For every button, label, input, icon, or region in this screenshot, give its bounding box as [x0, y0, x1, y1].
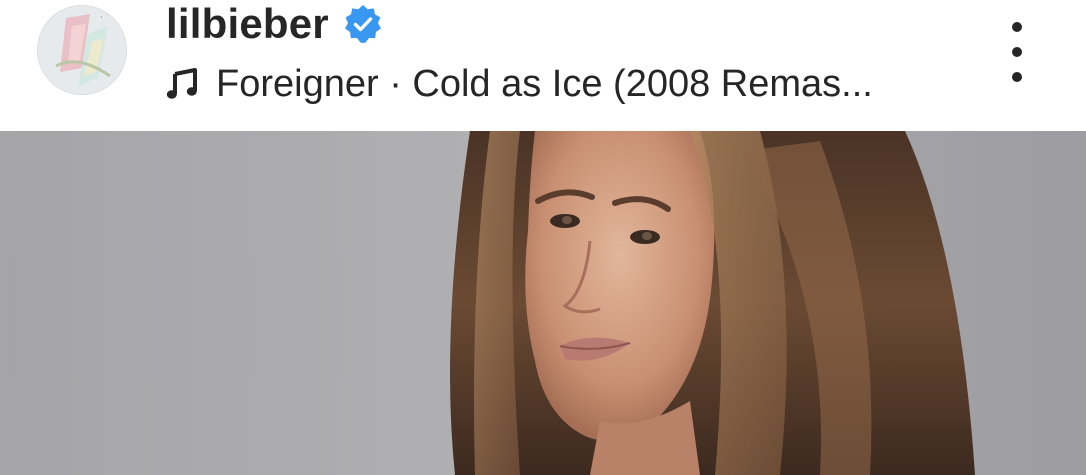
more-vertical-icon-dot-middle: [1012, 47, 1022, 57]
verified-badge-icon: [343, 4, 383, 44]
post-header: · lilbieber Foreigner · Cold as Ice (200…: [0, 0, 1086, 131]
profile-avatar[interactable]: ·: [37, 5, 127, 95]
username-row: lilbieber: [166, 0, 383, 52]
username-link[interactable]: lilbieber: [166, 0, 329, 48]
more-options-button[interactable]: [1000, 22, 1034, 82]
audio-track-label[interactable]: Foreigner · Cold as Ice (2008 Remas...: [216, 63, 873, 106]
audio-attribution[interactable]: Foreigner · Cold as Ice (2008 Remas...: [166, 58, 873, 110]
post-photo[interactable]: [0, 131, 1086, 475]
music-note-icon: [166, 67, 200, 101]
svg-text:·: ·: [100, 13, 103, 23]
more-vertical-icon-dot-bottom: [1012, 72, 1022, 82]
instagram-post: · lilbieber Foreigner · Cold as Ice (200…: [0, 0, 1086, 475]
more-vertical-icon-dot-top: [1012, 22, 1022, 32]
